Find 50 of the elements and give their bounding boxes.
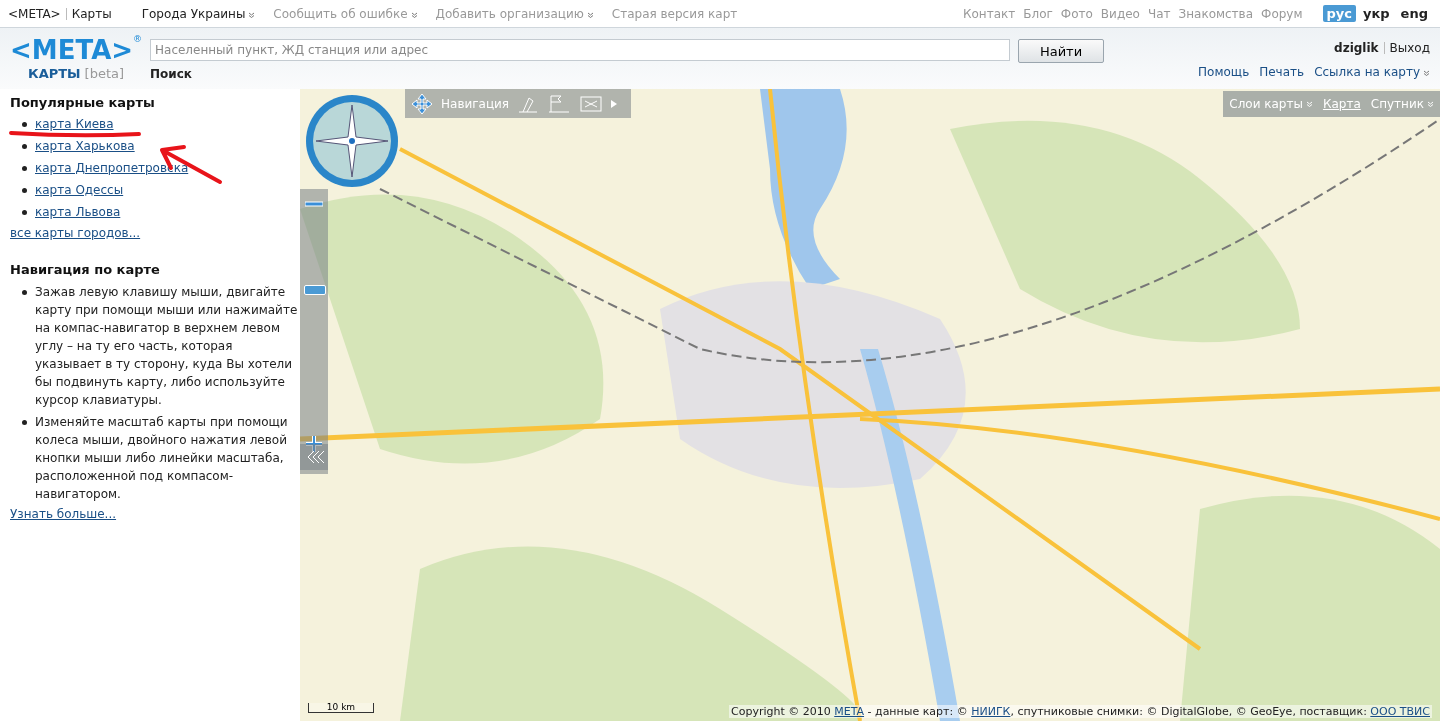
zoom-slider-thumb[interactable] <box>304 284 326 295</box>
search-button[interactable]: Найти <box>1018 39 1104 63</box>
copyright-link[interactable]: ООО ТВИС <box>1370 705 1430 718</box>
language-tab[interactable]: eng <box>1396 5 1432 22</box>
header-link[interactable]: Помощь <box>1198 65 1250 79</box>
zoom-out-icon[interactable] <box>305 201 323 207</box>
header-link[interactable]: Печать <box>1259 65 1305 79</box>
header-link[interactable]: Ссылка на карту <box>1314 65 1430 79</box>
beta-tag: [beta] <box>84 66 125 81</box>
zoom-slider[interactable] <box>300 189 328 474</box>
brand-link[interactable]: <META> <box>8 6 61 21</box>
logout-link[interactable]: Выход <box>1389 41 1430 55</box>
flag-ruler-icon[interactable] <box>547 93 572 114</box>
search-field[interactable]: Населенный пункт, ЖД станция или адрес <box>150 39 1010 61</box>
scale-bar: 10 km <box>308 703 374 713</box>
expand-arrow-icon[interactable] <box>611 99 618 108</box>
copyright-text: , спутниковые снимки: © DigitalGlobe, © GeoEye, поставщик: <box>1010 705 1368 718</box>
tip-text: Зажав левую клавишу мыши, двигайте карту при помощи мыши или нажимайте на компас-навигатор в верхнем левом углу – на ту его часть, которая указывает в ту сторону, куда Вы хотели бы подвинуть карту, либо используйте курсор клавиатуры. <box>35 284 299 409</box>
bullet-icon <box>22 165 27 171</box>
tip-text: Изменяйте масштаб карты при помощи колеса мыши, двойного нажатия левой кнопки мыши либо линейки масштаба, расположенной под компасом-навигатором. <box>35 414 289 503</box>
nav-menu-item[interactable]: Города Украины <box>141 6 256 21</box>
zoom-in-icon[interactable] <box>305 435 323 453</box>
registered-mark: ® <box>133 34 143 44</box>
city-map-link[interactable]: карта Львова <box>35 204 121 220</box>
section-link[interactable]: Карты <box>71 6 112 21</box>
bullet-icon <box>22 187 27 193</box>
bullet-icon <box>22 143 27 149</box>
bullet-icon <box>22 419 27 425</box>
compass-control[interactable] <box>304 93 400 189</box>
all-cities-link[interactable]: все карты городов... <box>10 226 141 240</box>
language-tab[interactable]: укр <box>1359 5 1394 22</box>
section-heading: Навигация по карте <box>10 262 161 277</box>
pan-arrows-icon[interactable] <box>411 92 433 115</box>
collapse-panel-icon[interactable] <box>300 444 328 470</box>
search-label: Поиск <box>150 67 193 81</box>
city-map-link[interactable]: карта Одессы <box>35 182 124 198</box>
bullet-icon <box>22 209 27 215</box>
copyright-text: - данные карт: © <box>866 705 969 718</box>
city-map-link[interactable]: карта Днепропетровска <box>35 160 189 176</box>
bullet-icon <box>22 121 27 127</box>
copyright-text: Copyright © 2010 <box>731 705 832 718</box>
bullet-icon <box>22 289 27 295</box>
username: dziglik <box>1334 41 1379 55</box>
logo-subtitle: КАРТЫ <box>28 66 81 81</box>
copyright-link[interactable]: META <box>834 705 865 718</box>
section-heading: Популярные карты <box>10 95 156 110</box>
learn-more-link[interactable]: Узнать больше... <box>10 507 117 521</box>
city-map-link[interactable]: карта Киева <box>35 116 114 132</box>
city-map-link[interactable]: карта Харькова <box>35 138 135 154</box>
map-scroll-icon[interactable] <box>579 93 604 114</box>
